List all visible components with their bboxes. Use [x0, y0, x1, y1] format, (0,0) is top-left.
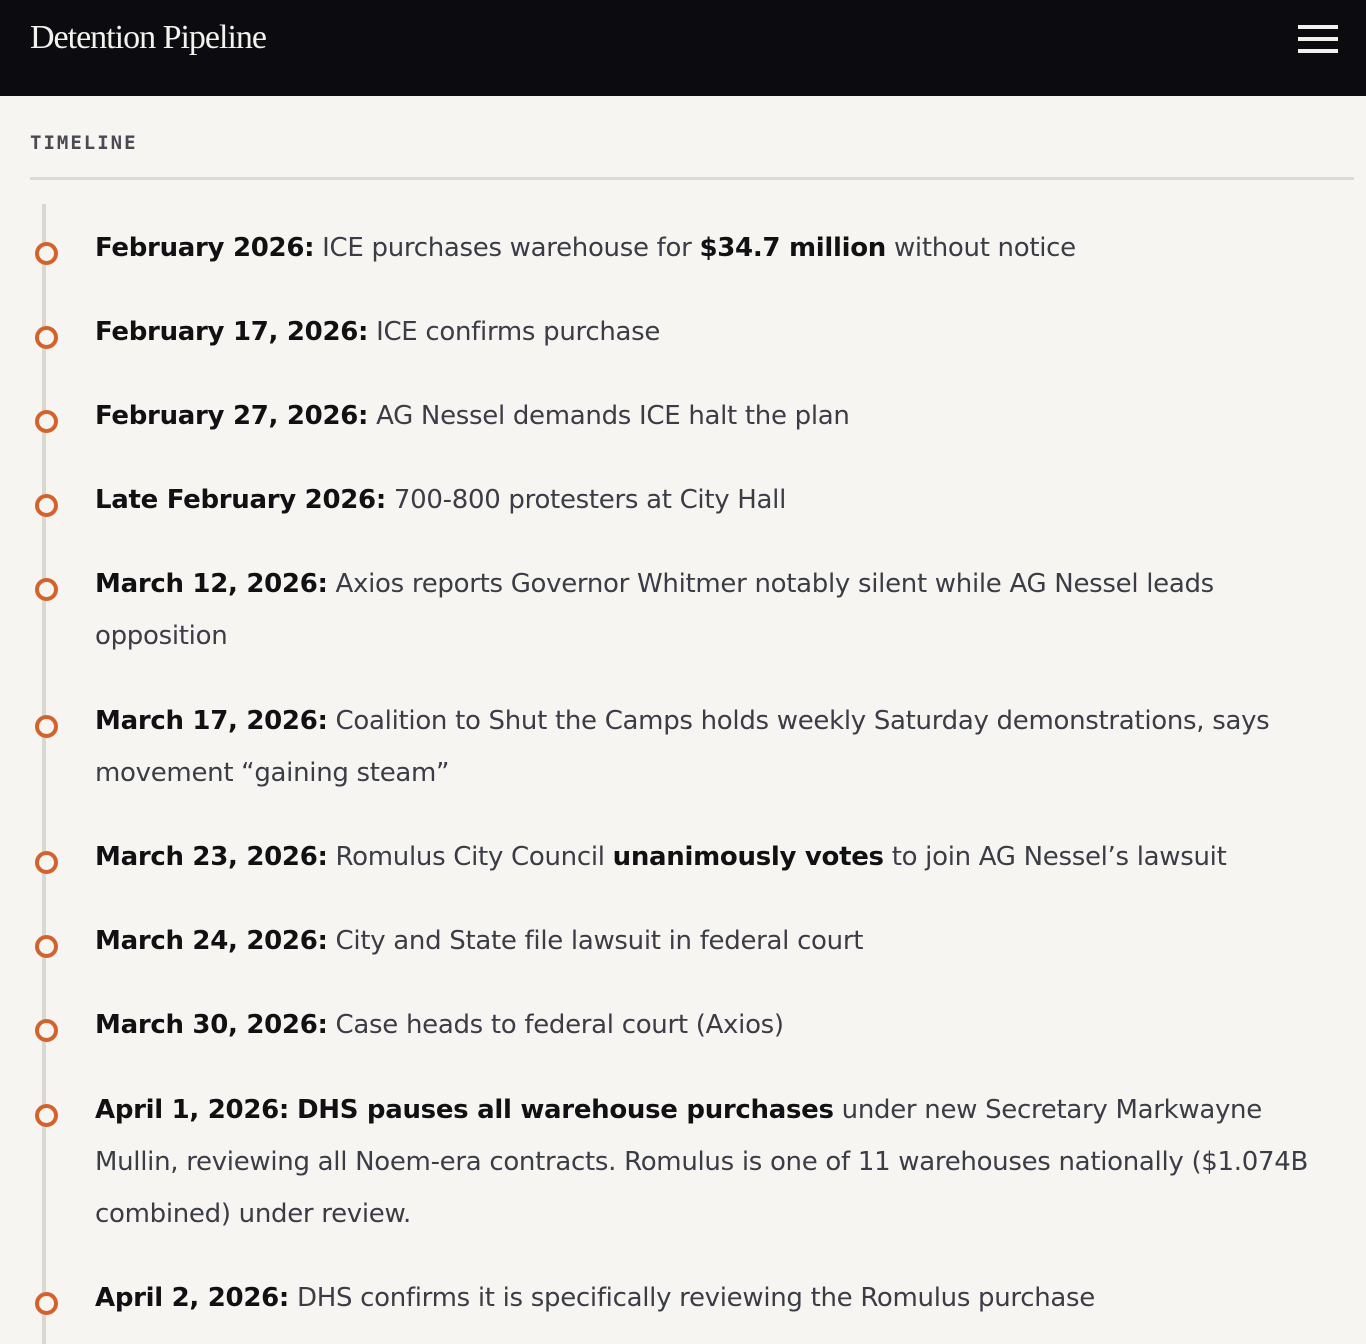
- timeline-highlight: unanimously votes: [612, 842, 884, 872]
- timeline-item-text: March 17, 2026: Coalition to Shut the Ca…: [95, 695, 1330, 799]
- timeline-text: Case heads to federal court (Axios): [327, 1010, 785, 1040]
- timeline-list: February 2026: ICE purchases warehouse f…: [0, 0, 1366, 1340]
- timeline-dot-icon: [35, 326, 58, 349]
- timeline-date: March 12, 2026:: [95, 569, 328, 599]
- timeline-dot-icon: [35, 1104, 58, 1127]
- timeline-dot-icon: [35, 578, 58, 601]
- timeline-item-text: February 27, 2026: AG Nessel demands ICE…: [95, 390, 1330, 442]
- timeline-dot-icon: [35, 494, 58, 517]
- timeline-item-text: February 17, 2026: ICE confirms purchase: [95, 306, 1330, 358]
- timeline-item-text: March 24, 2026: City and State file laws…: [95, 915, 1330, 967]
- timeline-date: March 17, 2026:: [95, 706, 328, 736]
- timeline-dot-icon: [35, 851, 58, 874]
- timeline-date: February 27, 2026:: [95, 401, 369, 431]
- timeline-text: Romulus City Council: [327, 842, 613, 872]
- timeline-date: March 23, 2026:: [95, 842, 328, 872]
- timeline-dot-icon: [35, 935, 58, 958]
- timeline-text: 700-800 protesters at City Hall: [385, 485, 787, 515]
- timeline-item-text: Late February 2026: 700-800 protesters a…: [95, 474, 1330, 526]
- timeline-date: April 2, 2026:: [95, 1283, 290, 1313]
- timeline-item-text: February 2026: ICE purchases warehouse f…: [95, 222, 1330, 274]
- timeline-item-text: March 12, 2026: Axios reports Governor W…: [95, 558, 1330, 662]
- timeline-dot-icon: [35, 242, 58, 265]
- timeline-date: March 30, 2026:: [95, 1010, 328, 1040]
- timeline-text: ICE confirms purchase: [368, 317, 661, 347]
- timeline-date: March 24, 2026:: [95, 926, 328, 956]
- timeline-highlight: DHS pauses all warehouse purchases: [296, 1095, 834, 1125]
- timeline-date: Late February 2026:: [95, 485, 386, 515]
- timeline-dot-icon: [35, 410, 58, 433]
- timeline-text: City and State file lawsuit in federal c…: [327, 926, 864, 956]
- timeline-text: AG Nessel demands ICE halt the plan: [368, 401, 850, 431]
- timeline-date: February 17, 2026:: [95, 317, 369, 347]
- timeline-item-text: March 30, 2026: Case heads to federal co…: [95, 999, 1330, 1051]
- timeline-dot-icon: [35, 1292, 58, 1315]
- timeline-text: DHS confirms it is specifically reviewin…: [289, 1283, 1095, 1313]
- timeline-item-text: March 23, 2026: Romulus City Council una…: [95, 831, 1330, 883]
- timeline-text: ICE purchases warehouse for: [314, 233, 700, 263]
- timeline-text: without notice: [885, 233, 1076, 263]
- timeline-item-text: April 2, 2026: DHS confirms it is specif…: [95, 1272, 1330, 1324]
- timeline-dot-icon: [35, 1019, 58, 1042]
- timeline-dot-icon: [35, 715, 58, 738]
- timeline-item-text: April 1, 2026: DHS pauses all warehouse …: [95, 1084, 1330, 1240]
- timeline-text: [289, 1095, 297, 1125]
- timeline-date: April 1, 2026:: [95, 1095, 290, 1125]
- timeline-highlight: $34.7 million: [699, 233, 886, 263]
- timeline-text: to join AG Nessel’s lawsuit: [883, 842, 1227, 872]
- timeline-date: February 2026:: [95, 233, 315, 263]
